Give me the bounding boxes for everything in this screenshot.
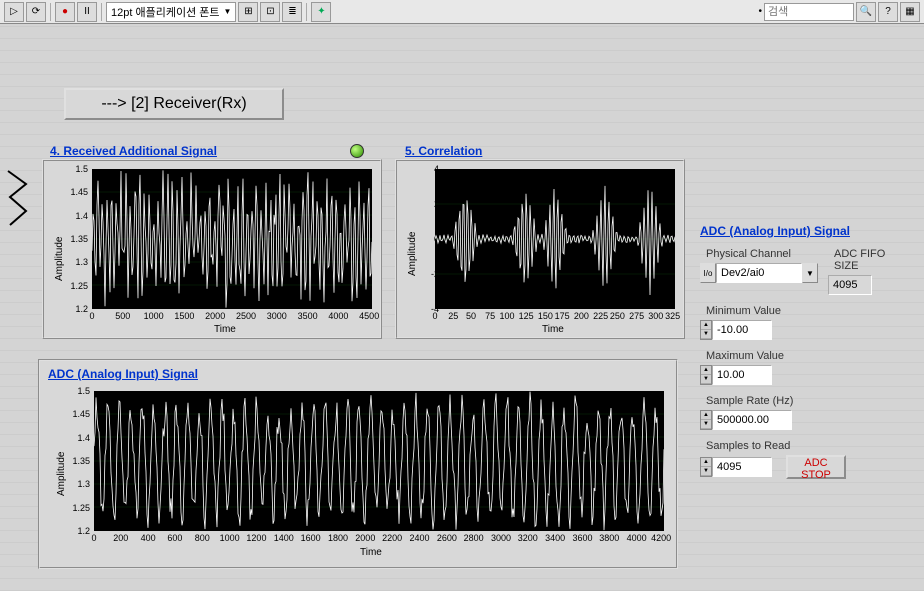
max-spinner[interactable]: ▲▼ bbox=[700, 365, 712, 385]
adc-chart-title: ADC (Analog Input) Signal bbox=[48, 367, 198, 381]
help-icon[interactable]: ? bbox=[878, 2, 898, 22]
max-value-field[interactable] bbox=[712, 365, 772, 385]
chart4-frame: Amplitude 1.51.451.4 1.351.31.251.2 0500… bbox=[42, 159, 382, 339]
io-select-icon[interactable]: I/o bbox=[700, 263, 716, 283]
samples-value-field[interactable] bbox=[712, 457, 772, 477]
grid-icon[interactable]: ▦ bbox=[900, 2, 920, 22]
physical-channel-value[interactable] bbox=[716, 263, 802, 283]
zigzag-icon bbox=[6, 169, 30, 229]
fifo-label: ADC FIFO SIZE bbox=[834, 248, 910, 272]
chart4-xticks: 050010001500 2000250030003500 40004500 bbox=[92, 311, 372, 325]
toolbar: ▷ ⟳ ● II 12pt 애플리케이션 폰트 ▼ ⊞ ⊡ ≣ ✦ • 🔍 ? … bbox=[0, 0, 924, 24]
chart4-title: 4. Received Additional Signal bbox=[50, 144, 217, 158]
receiver-button[interactable]: ---> [2] Receiver(Rx) bbox=[64, 88, 284, 120]
tb-group-icon[interactable]: ⊡ bbox=[260, 2, 280, 22]
font-dropdown[interactable]: 12pt 애플리케이션 폰트 ▼ bbox=[106, 2, 236, 22]
adc-config-header: ADC (Analog Input) Signal bbox=[700, 224, 910, 238]
rate-spinner[interactable]: ▲▼ bbox=[700, 410, 712, 430]
rate-value-field[interactable] bbox=[712, 410, 792, 430]
min-spinner[interactable]: ▲▼ bbox=[700, 320, 712, 340]
adc-config-panel: ADC (Analog Input) Signal Physical Chann… bbox=[700, 224, 910, 489]
tb-align-icon[interactable]: ⊞ bbox=[238, 2, 258, 22]
samples-label: Samples to Read bbox=[706, 440, 910, 452]
font-label: 12pt 애플리케이션 폰트 bbox=[111, 4, 219, 20]
status-led bbox=[350, 144, 364, 158]
chart5-xlabel: Time bbox=[542, 324, 564, 335]
chart4-yticks: 1.51.451.4 1.351.31.251.2 bbox=[60, 169, 90, 309]
adc-chart-frame: ADC (Analog Input) Signal Amplitude 1.51… bbox=[38, 359, 678, 569]
tb-runcont-icon[interactable]: ⟳ bbox=[26, 2, 46, 22]
tb-settings-icon[interactable]: ✦ bbox=[311, 2, 331, 22]
tb-pause-icon[interactable]: II bbox=[77, 2, 97, 22]
tb-order-icon[interactable]: ≣ bbox=[282, 2, 302, 22]
chevron-down-icon: ▼ bbox=[223, 7, 231, 16]
adc-xticks: 0200400600 800100012001400 1600180020002… bbox=[94, 533, 664, 547]
adc-xlabel: Time bbox=[360, 547, 382, 558]
adc-yticks: 1.51.451.4 1.351.31.251.2 bbox=[62, 391, 92, 531]
search-go-icon[interactable]: 🔍 bbox=[856, 2, 876, 22]
tb-run-icon[interactable]: ▷ bbox=[4, 2, 24, 22]
adc-plot[interactable] bbox=[94, 391, 664, 531]
rate-label: Sample Rate (Hz) bbox=[706, 395, 910, 407]
adc-stop-button[interactable]: ADC STOP bbox=[786, 455, 846, 479]
adc-stop-label: ADC STOP bbox=[801, 457, 831, 481]
search-icon: • bbox=[758, 6, 762, 17]
chevron-down-icon[interactable]: ▼ bbox=[802, 263, 818, 283]
chart5-frame: Amplitude 420-2-4 0255075 100125150175 2… bbox=[395, 159, 685, 339]
physical-channel-label: Physical Channel bbox=[706, 248, 818, 260]
search-input[interactable] bbox=[764, 3, 854, 21]
chart5-title: 5. Correlation bbox=[405, 144, 482, 158]
receiver-label: ---> [2] Receiver(Rx) bbox=[101, 95, 246, 113]
chart4-plot[interactable] bbox=[92, 169, 372, 309]
max-label: Maximum Value bbox=[706, 350, 910, 362]
min-value-field[interactable] bbox=[712, 320, 772, 340]
fifo-value bbox=[828, 275, 872, 295]
min-label: Minimum Value bbox=[706, 305, 910, 317]
chart5-xticks: 0255075 100125150175 200225250275 300325 bbox=[435, 311, 675, 325]
physical-channel-dropdown[interactable]: I/o ▼ bbox=[700, 263, 818, 283]
samples-spinner[interactable]: ▲▼ bbox=[700, 457, 712, 477]
chart5-plot[interactable] bbox=[435, 169, 675, 309]
tb-record-icon[interactable]: ● bbox=[55, 2, 75, 22]
chart4-xlabel: Time bbox=[214, 324, 236, 335]
